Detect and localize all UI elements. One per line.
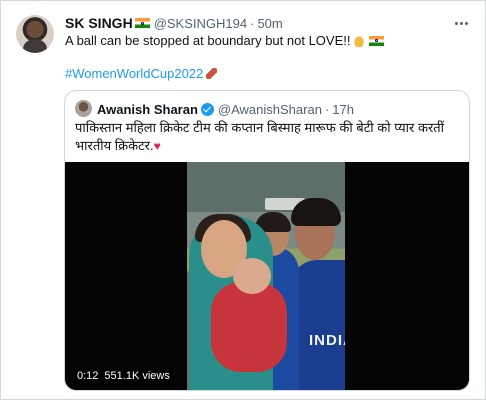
india-flag-icon xyxy=(369,35,385,46)
tweet-time[interactable]: 50m xyxy=(257,16,282,31)
quoted-author-avatar[interactable] xyxy=(75,100,92,117)
tweet-text-line: A ball can be stopped at boundary but no… xyxy=(65,33,388,48)
video-player[interactable]: INDIA 0:12 551.1K views xyxy=(65,162,469,390)
video-duration: 0:12 xyxy=(77,370,99,382)
more-options-icon[interactable] xyxy=(453,15,469,31)
separator-dot: · xyxy=(324,101,330,117)
quoted-tweet-text-block: पाकिस्तान महिला क्रिकेट टीम की कप्तान बि… xyxy=(75,119,465,155)
video-stats: 0:12 551.1K views xyxy=(73,368,174,384)
heart-icon: ♥ xyxy=(153,139,161,153)
tweet-header: SK SINGH @SKSINGH194 · 50m xyxy=(65,14,283,32)
verified-badge-icon xyxy=(200,102,214,116)
india-flag-icon xyxy=(134,18,150,28)
author-avatar[interactable] xyxy=(16,15,54,53)
quoted-author-name[interactable]: Awanish Sharan xyxy=(97,102,198,117)
cricket-bat-icon xyxy=(206,68,218,79)
baby-head xyxy=(233,258,271,294)
quoted-tweet-time[interactable]: 17h xyxy=(332,102,354,117)
video-views: 551.1K views xyxy=(104,370,170,382)
jersey-text: INDIA xyxy=(309,332,345,349)
folded-hands-icon xyxy=(353,34,366,47)
quoted-tweet-text: पाकिस्तान महिला क्रिकेट टीम की कप्तान बि… xyxy=(75,120,445,153)
tweet-text: A ball can be stopped at boundary but no… xyxy=(65,33,351,48)
quoted-author-handle[interactable]: @AwanishSharan xyxy=(218,102,322,117)
video-frame[interactable]: INDIA xyxy=(187,162,345,390)
author-name[interactable]: SK SINGH xyxy=(65,15,133,31)
hashtag-link[interactable]: #WomenWorldCup2022 xyxy=(65,66,203,81)
player-right-hair xyxy=(291,198,341,226)
author-handle[interactable]: @SKSINGH194 xyxy=(154,16,247,31)
hashtag-line: #WomenWorldCup2022 xyxy=(65,66,218,81)
separator-dot: · xyxy=(250,15,255,31)
baby-body xyxy=(211,282,287,372)
tweet-card[interactable]: SK SINGH @SKSINGH194 · 50m A ball can be… xyxy=(0,0,486,400)
quoted-tweet[interactable]: Awanish Sharan @AwanishSharan · 17h पाकि… xyxy=(64,90,470,391)
player-right-body xyxy=(291,260,345,390)
quoted-tweet-header: Awanish Sharan @AwanishSharan · 17h xyxy=(97,100,354,118)
